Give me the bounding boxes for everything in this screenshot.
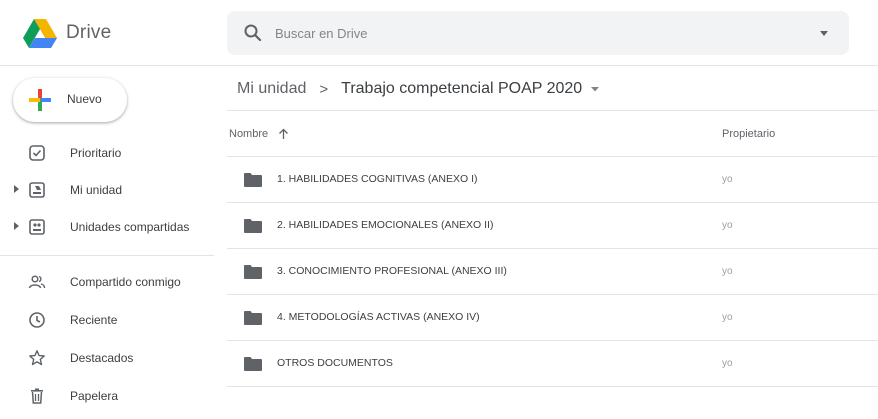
owner-cell: yo <box>722 220 733 231</box>
drive-app: Drive Nuevo Prioritario <box>0 0 878 419</box>
priority-check-icon <box>29 145 45 161</box>
table-row[interactable]: 1. HABILIDADES COGNITIVAS (ANEXO I) yo <box>227 157 878 203</box>
folder-name: 3. CONOCIMIENTO PROFESIONAL (ANEXO III) <box>277 265 507 277</box>
sidebar-item-shared-drives[interactable]: Unidades compartidas <box>0 212 215 242</box>
table-row[interactable]: 2. HABILIDADES EMOCIONALES (ANEXO II) yo <box>227 203 878 249</box>
folder-name: 4. METODOLOGÍAS ACTIVAS (ANEXO IV) <box>277 311 480 323</box>
folder-icon <box>244 219 262 233</box>
sidebar-item-label: Prioritario <box>70 146 122 160</box>
google-drive-logo-icon[interactable] <box>22 18 58 50</box>
folder-name: 1. HABILIDADES COGNITIVAS (ANEXO I) <box>277 173 478 185</box>
sidebar-item-recent[interactable]: Reciente <box>0 305 215 335</box>
breadcrumb-current-folder[interactable]: Trabajo competencial POAP 2020 <box>341 80 582 98</box>
owner-cell: yo <box>722 266 733 277</box>
expand-caret-icon[interactable] <box>14 185 19 193</box>
sidebar-item-my-drive[interactable]: Mi unidad <box>0 175 215 205</box>
star-icon <box>29 350 45 366</box>
search-icon[interactable] <box>243 23 263 43</box>
product-name[interactable]: Drive <box>66 22 111 44</box>
folder-icon <box>244 357 262 371</box>
folder-name: OTROS DOCUMENTOS <box>277 357 393 369</box>
column-header-name-label: Nombre <box>229 128 269 140</box>
breadcrumb-root[interactable]: Mi unidad <box>237 80 306 98</box>
sidebar-item-label: Destacados <box>70 351 134 365</box>
search-input[interactable] <box>275 11 795 55</box>
clock-icon <box>29 312 45 328</box>
toolbar-divider <box>227 110 878 111</box>
new-button-label: Nuevo <box>67 92 102 106</box>
sidebar-item-label: Compartido conmigo <box>70 275 181 289</box>
sort-arrow-up-icon[interactable] <box>278 128 289 140</box>
sidebar-divider <box>0 255 214 256</box>
sidebar-item-label: Unidades compartidas <box>70 220 190 234</box>
folder-menu-caret-icon[interactable] <box>590 84 600 94</box>
folder-icon <box>244 265 262 279</box>
sidebar-item-label: Papelera <box>70 389 119 403</box>
folder-icon <box>244 173 262 187</box>
table-row[interactable]: 4. METODOLOGÍAS ACTIVAS (ANEXO IV) yo <box>227 295 878 341</box>
sidebar-item-shared-with-me[interactable]: Compartido conmigo <box>0 267 215 297</box>
owner-cell: yo <box>722 174 733 185</box>
search-bar[interactable] <box>227 11 849 55</box>
breadcrumb-separator: > <box>319 80 329 98</box>
sidebar-item-label: Reciente <box>70 313 118 327</box>
column-header-name[interactable]: Nombre <box>229 128 289 140</box>
expand-caret-icon[interactable] <box>14 222 19 230</box>
sidebar-item-priority[interactable]: Prioritario <box>0 138 215 168</box>
search-options-caret-icon[interactable] <box>817 26 831 40</box>
top-bar: Drive <box>0 0 878 66</box>
table-row[interactable]: 3. CONOCIMIENTO PROFESIONAL (ANEXO III) … <box>227 249 878 295</box>
plus-icon <box>29 89 51 111</box>
new-button[interactable]: Nuevo <box>13 78 127 122</box>
people-icon <box>28 275 46 289</box>
sidebar-item-starred[interactable]: Destacados <box>0 343 215 373</box>
table-row[interactable]: OTROS DOCUMENTOS yo <box>227 341 878 387</box>
column-header-owner[interactable]: Propietario <box>722 128 775 140</box>
sidebar-item-label: Mi unidad <box>70 183 123 197</box>
sidebar-item-trash[interactable]: Papelera <box>0 381 215 411</box>
owner-cell: yo <box>722 358 733 369</box>
folder-name: 2. HABILIDADES EMOCIONALES (ANEXO II) <box>277 219 494 231</box>
owner-cell: yo <box>722 312 733 323</box>
folder-icon <box>244 311 262 325</box>
shared-drives-icon <box>29 219 45 235</box>
trash-icon <box>31 388 43 404</box>
my-drive-icon <box>29 182 45 198</box>
breadcrumb: Mi unidad > Trabajo competencial POAP 20… <box>237 78 600 100</box>
